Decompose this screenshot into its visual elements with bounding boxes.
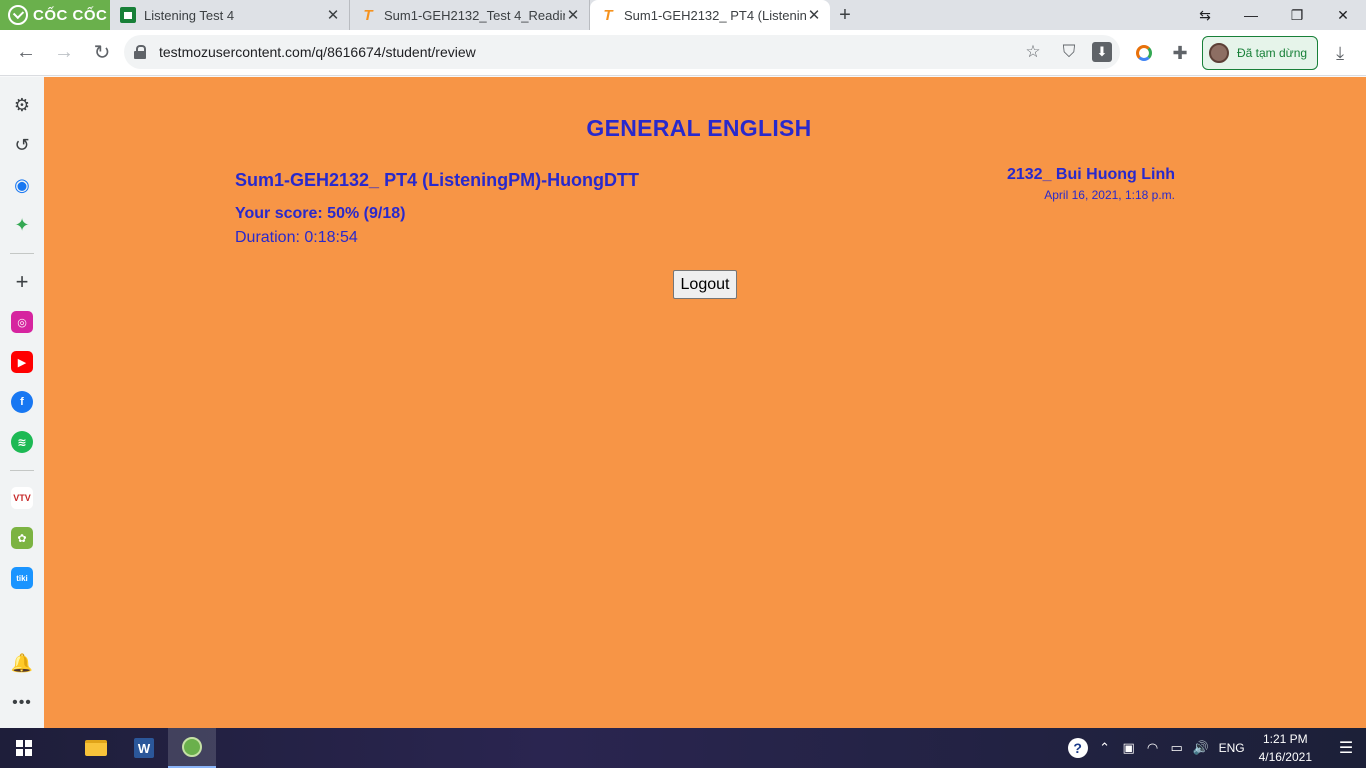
window-controls: ⇆ — ❐ ✕ xyxy=(1182,0,1366,30)
spotify-icon[interactable]: ≋ xyxy=(11,431,33,453)
profile-status: Đã tạm dừng xyxy=(1237,46,1308,60)
forward-button[interactable]: → xyxy=(46,35,82,71)
history-icon[interactable]: ↺ xyxy=(10,133,34,157)
tab-listening-test[interactable]: Listening Test 4 ✕ xyxy=(110,0,350,30)
word-icon: W xyxy=(134,738,154,758)
start-button[interactable] xyxy=(0,728,48,768)
shield-icon[interactable]: ⛉ xyxy=(1056,39,1082,65)
restore-button[interactable]: ❐ xyxy=(1274,0,1320,30)
tab-title: Sum1-GEH2132_ PT4 (Listenin xyxy=(624,7,806,23)
system-tray: ? ⌃ ▣ ◠ ▭ 🔊 ENG 1:21 PM 4/16/2021 ☰ xyxy=(1063,728,1366,768)
windows-logo-icon xyxy=(16,740,32,756)
action-center-icon[interactable]: ☰ xyxy=(1326,728,1366,768)
new-tab-button[interactable]: + xyxy=(830,0,860,30)
word-button[interactable]: W xyxy=(120,728,168,768)
settings-gear-icon[interactable]: ⚙ xyxy=(10,93,34,117)
quiz-review-page: GENERAL ENGLISH Sum1-GEH2132_ PT4 (Liste… xyxy=(44,77,1366,728)
volume-icon[interactable]: 🔊 xyxy=(1189,740,1213,756)
notifications-bell-icon[interactable]: 🔔 xyxy=(10,651,34,675)
testmoz-icon: T xyxy=(603,6,613,24)
submission-date: April 16, 2021, 1:18 p.m. xyxy=(1044,188,1175,202)
instagram-icon[interactable]: ◎ xyxy=(11,311,33,333)
coccoc-icon xyxy=(182,737,202,757)
address-bar[interactable]: testmozusercontent.com/q/8616674/student… xyxy=(124,35,1120,69)
close-window-button[interactable]: ✕ xyxy=(1320,0,1366,30)
back-button[interactable]: ← xyxy=(8,35,44,71)
file-explorer-button[interactable] xyxy=(72,728,120,768)
meet-now-icon[interactable]: ▣ xyxy=(1117,740,1141,756)
more-options-icon[interactable]: ••• xyxy=(10,691,34,715)
lock-icon[interactable] xyxy=(134,45,146,59)
coccoc-extension-icon[interactable] xyxy=(1130,39,1158,67)
game-controller-icon[interactable]: ✦ xyxy=(10,213,34,237)
brand-label: CỐC CỐC xyxy=(33,6,108,24)
testmoz-icon: T xyxy=(363,6,373,24)
youtube-icon[interactable]: ▶ xyxy=(11,351,33,373)
tab-search-icon[interactable]: ⇆ xyxy=(1182,0,1228,30)
divider xyxy=(10,470,34,471)
page-title: GENERAL ENGLISH xyxy=(586,115,812,141)
close-tab-icon[interactable]: ✕ xyxy=(325,6,341,24)
extensions-puzzle-icon[interactable]: ✚ xyxy=(1166,39,1194,67)
add-app-icon[interactable]: + xyxy=(10,269,34,294)
reload-button[interactable]: ↻ xyxy=(84,35,120,71)
tab-title: Listening Test 4 xyxy=(144,7,235,23)
messenger-icon[interactable]: ◉ xyxy=(10,173,34,197)
close-tab-icon[interactable]: ✕ xyxy=(806,6,822,24)
coccoc-menu-button[interactable]: CỐC CỐC xyxy=(0,0,110,30)
bookmark-star-icon[interactable]: ☆ xyxy=(1020,39,1046,65)
save-page-icon[interactable]: ⬇ xyxy=(1092,42,1112,62)
quiz-name: Sum1-GEH2132_ PT4 (ListeningPM)-HuongDTT xyxy=(235,170,640,190)
avatar xyxy=(1209,43,1229,63)
divider xyxy=(10,253,34,254)
logout-button[interactable]: Logout xyxy=(673,270,737,299)
browser-toolbar: ← → ↻ testmozusercontent.com/q/8616674/s… xyxy=(0,30,1366,76)
coccoc-logo-icon xyxy=(8,5,28,25)
sheets-icon xyxy=(120,7,136,23)
battery-icon[interactable]: ▭ xyxy=(1165,740,1189,756)
tab-title: Sum1-GEH2132_Test 4_Readin xyxy=(384,7,565,23)
clock[interactable]: 1:21 PM 4/16/2021 xyxy=(1259,730,1312,766)
coccoc-taskbar-button[interactable] xyxy=(168,728,216,768)
show-hidden-icons-chevron-icon[interactable]: ⌃ xyxy=(1093,740,1117,756)
facebook-icon[interactable]: f xyxy=(11,391,33,413)
tiki-icon[interactable]: tiki xyxy=(11,567,33,589)
help-icon[interactable]: ? xyxy=(1063,738,1093,758)
score-text: Your score: 50% (9/18) xyxy=(235,205,406,222)
profile-button[interactable]: Đã tạm dừng xyxy=(1202,36,1319,70)
folder-icon xyxy=(85,740,107,756)
taskbar-separator xyxy=(48,728,72,768)
wifi-icon[interactable]: ◠ xyxy=(1141,740,1165,756)
tab-reading-test[interactable]: T Sum1-GEH2132_Test 4_Readin ✕ xyxy=(350,0,590,30)
vtv-go-icon[interactable]: VTV xyxy=(11,487,33,509)
downloads-icon[interactable]: ⤓ xyxy=(1326,39,1354,67)
close-tab-icon[interactable]: ✕ xyxy=(565,6,581,24)
url-text[interactable]: testmozusercontent.com/q/8616674/student… xyxy=(159,44,476,60)
student-name: 2132_ Bui Huong Linh xyxy=(1006,166,1175,183)
tab-listening-pt4[interactable]: T Sum1-GEH2132_ PT4 (Listenin ✕ xyxy=(590,0,830,30)
game-app-icon[interactable]: ✿ xyxy=(11,527,33,549)
clock-date: 4/16/2021 xyxy=(1258,750,1312,764)
clock-time: 1:21 PM xyxy=(1262,732,1308,746)
language-indicator[interactable]: ENG xyxy=(1219,741,1245,755)
duration-text: Duration: 0:18:54 xyxy=(235,229,358,246)
browser-sidebar: ⚙ ↺ ◉ ✦ + ◎ ▶ f ≋ VTV ✿ tiki 🔔 ••• xyxy=(0,77,44,728)
tab-bar: CỐC CỐC Listening Test 4 ✕ T Sum1-GEH213… xyxy=(0,0,1366,30)
windows-taskbar: W ? ⌃ ▣ ◠ ▭ 🔊 ENG 1:21 PM 4/16/2021 ☰ xyxy=(0,728,1366,768)
minimize-button[interactable]: — xyxy=(1228,0,1274,30)
